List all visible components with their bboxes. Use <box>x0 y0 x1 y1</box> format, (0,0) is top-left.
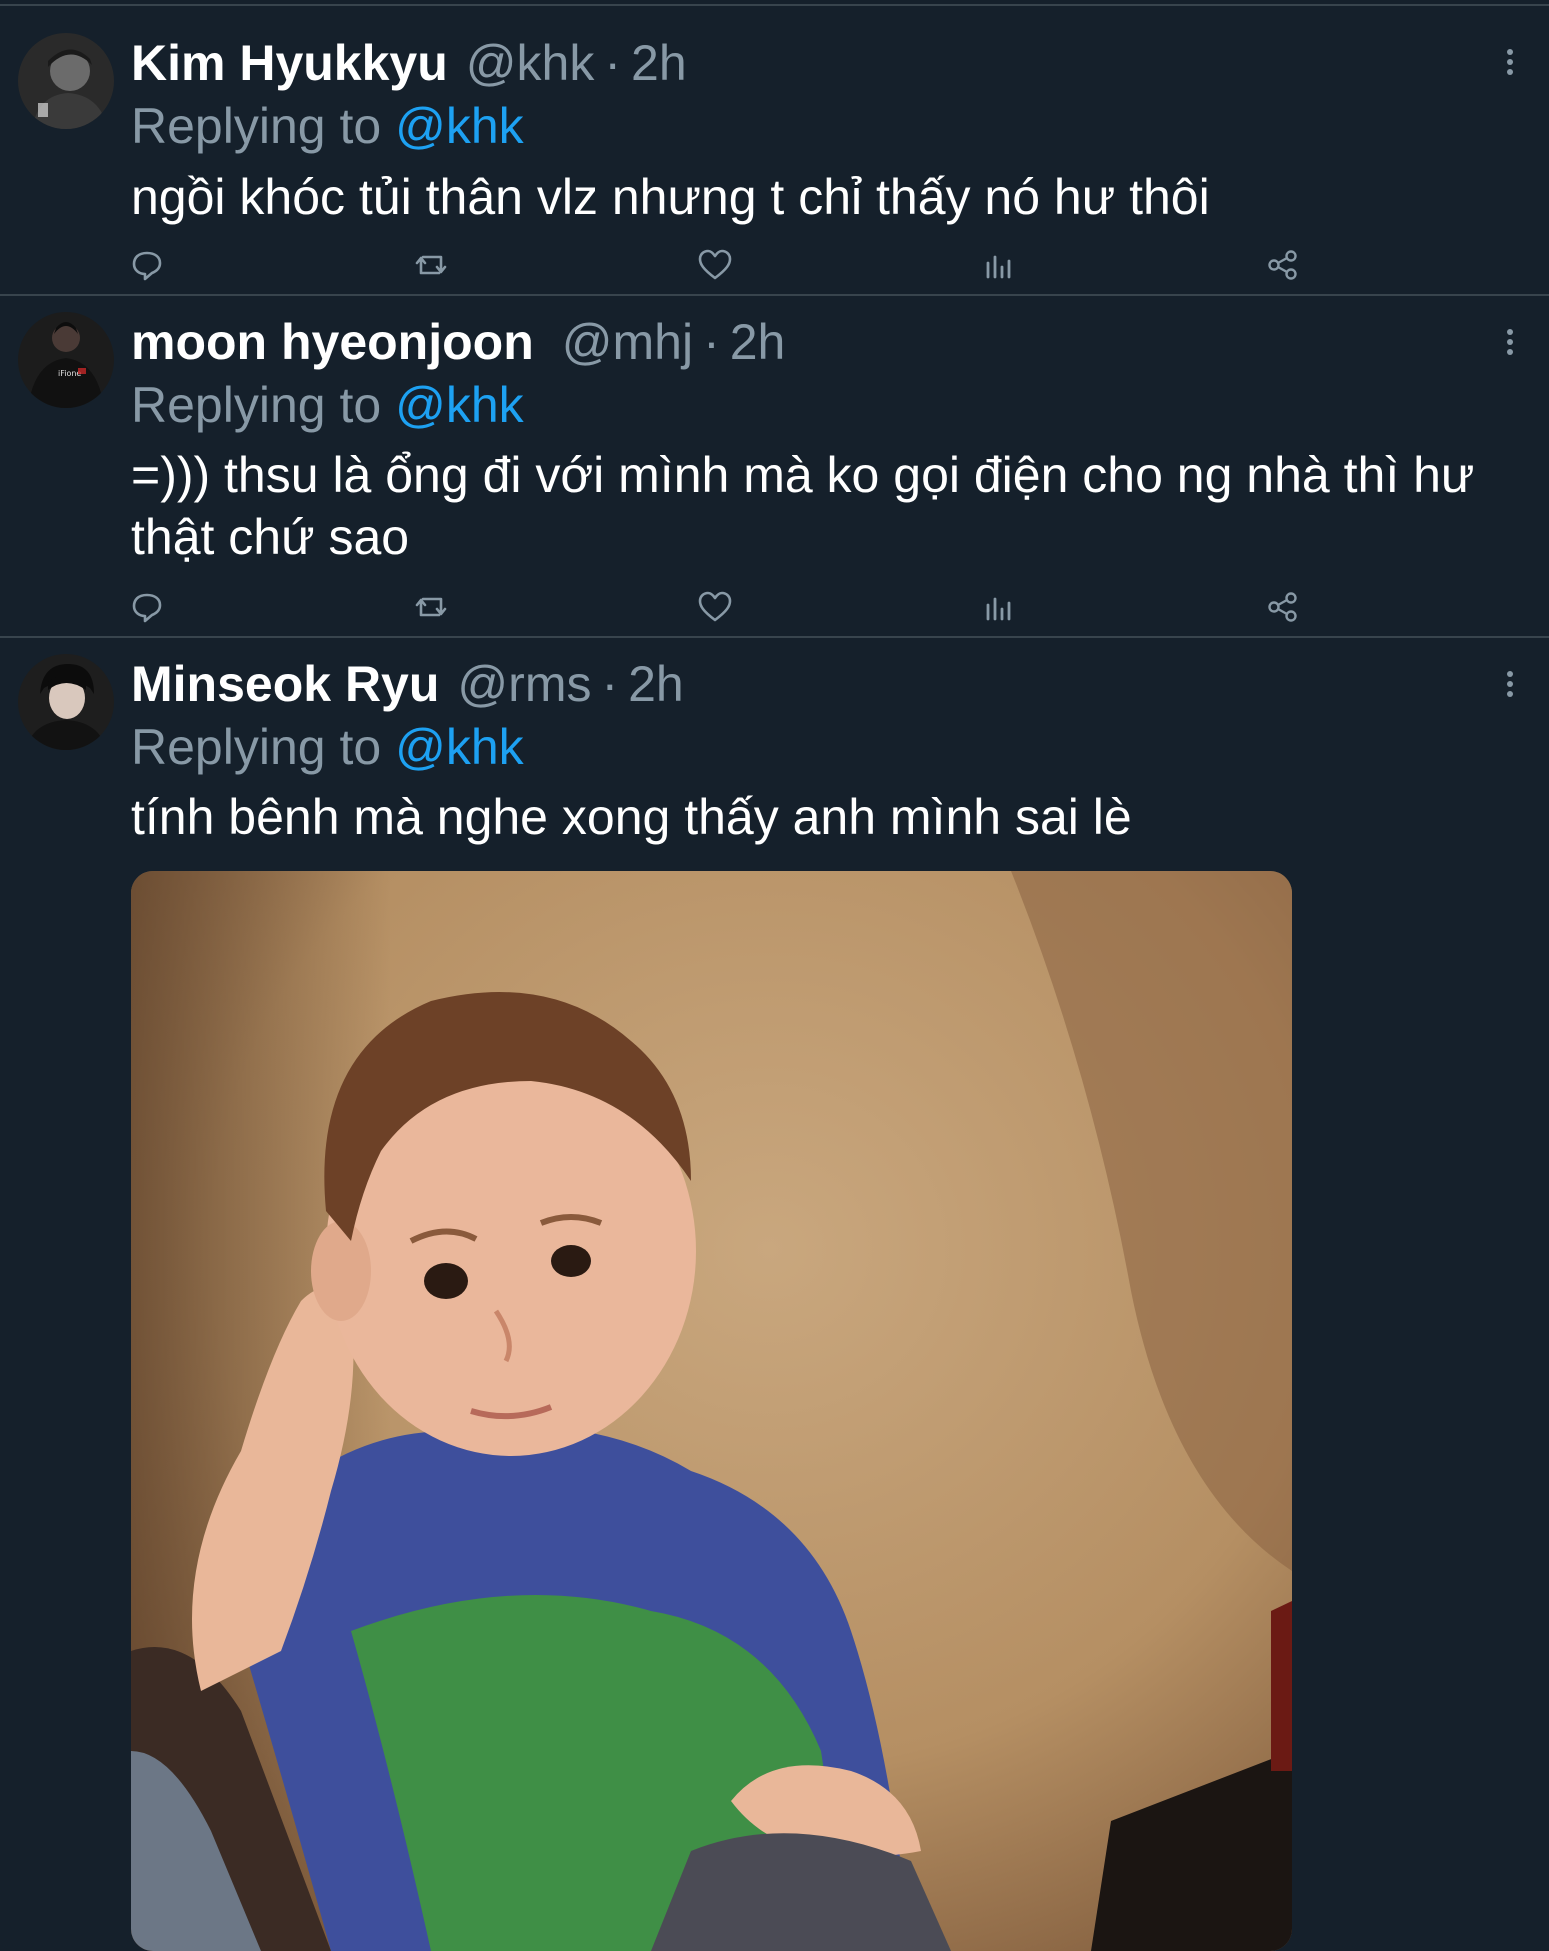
separator-dot: · <box>601 656 619 712</box>
action-bar <box>0 245 1549 285</box>
like-icon[interactable] <box>695 587 735 627</box>
like-icon[interactable] <box>695 245 735 285</box>
svg-text:iFione: iFione <box>58 369 81 378</box>
display-name[interactable]: Minseok Ryu <box>131 656 439 712</box>
tweet-media-image[interactable] <box>131 871 1292 1951</box>
tweet-2[interactable]: iFione moon hyeonjoon @mhj · 2h Replying to… <box>0 296 1549 638</box>
timestamp[interactable]: 2h <box>730 314 786 370</box>
retweet-icon[interactable] <box>411 245 451 285</box>
action-bar <box>0 587 1549 627</box>
more-options-icon[interactable] <box>1495 322 1525 362</box>
share-icon[interactable] <box>1263 587 1303 627</box>
retweet-icon[interactable] <box>411 587 451 627</box>
replying-prefix: Replying to <box>131 719 382 775</box>
separator-dot: · <box>703 314 720 370</box>
tweet-1[interactable]: Kim Hyukkyu @khk · 2h Replying to @khk ngồi… <box>0 0 1549 296</box>
replying-to: Replying to @khk <box>131 96 524 156</box>
tweet-header: moon hyeonjoon @mhj · 2h <box>131 312 785 372</box>
timestamp[interactable]: 2h <box>631 35 687 91</box>
user-handle[interactable]: @mhj <box>562 314 693 370</box>
share-icon[interactable] <box>1263 245 1303 285</box>
tweet-header: Kim Hyukkyu @khk · 2h <box>131 33 687 93</box>
replying-to: Replying to @khk <box>131 717 524 777</box>
analytics-icon[interactable] <box>979 587 1019 627</box>
reply-icon[interactable] <box>127 245 167 285</box>
tweet-header: Minseok Ryu @rms · 2h <box>131 654 684 714</box>
avatar[interactable]: iFione <box>18 312 114 408</box>
replying-prefix: Replying to <box>131 98 382 154</box>
analytics-icon[interactable] <box>979 245 1019 285</box>
avatar[interactable] <box>18 33 114 129</box>
replying-handle[interactable]: @khk <box>395 719 524 775</box>
user-handle[interactable]: @rms <box>457 656 591 712</box>
display-name[interactable]: Kim Hyukkyu <box>131 35 448 91</box>
tweet-text: tính bênh mà nghe xong thấy anh mình sai… <box>131 789 1132 845</box>
reply-icon[interactable] <box>127 587 167 627</box>
replying-handle[interactable]: @khk <box>395 98 524 154</box>
display-name[interactable]: moon hyeonjoon <box>131 314 534 370</box>
separator-dot: · <box>604 35 622 91</box>
replying-handle[interactable]: @khk <box>395 377 524 433</box>
meme-photo-child-thinking-icon <box>131 871 1292 1951</box>
tweet-text: =))) thsu là ổng đi với mình mà ko gọi đ… <box>131 447 1475 565</box>
user-handle[interactable]: @khk <box>466 35 595 91</box>
timestamp[interactable]: 2h <box>628 656 684 712</box>
more-options-icon[interactable] <box>1495 42 1525 82</box>
replying-prefix: Replying to <box>131 377 382 433</box>
replying-to: Replying to @khk <box>131 375 524 435</box>
tweet-text: ngồi khóc tủi thân vlz nhưng t chỉ thấy … <box>131 169 1210 225</box>
more-options-icon[interactable] <box>1495 664 1525 704</box>
avatar[interactable] <box>18 654 114 750</box>
